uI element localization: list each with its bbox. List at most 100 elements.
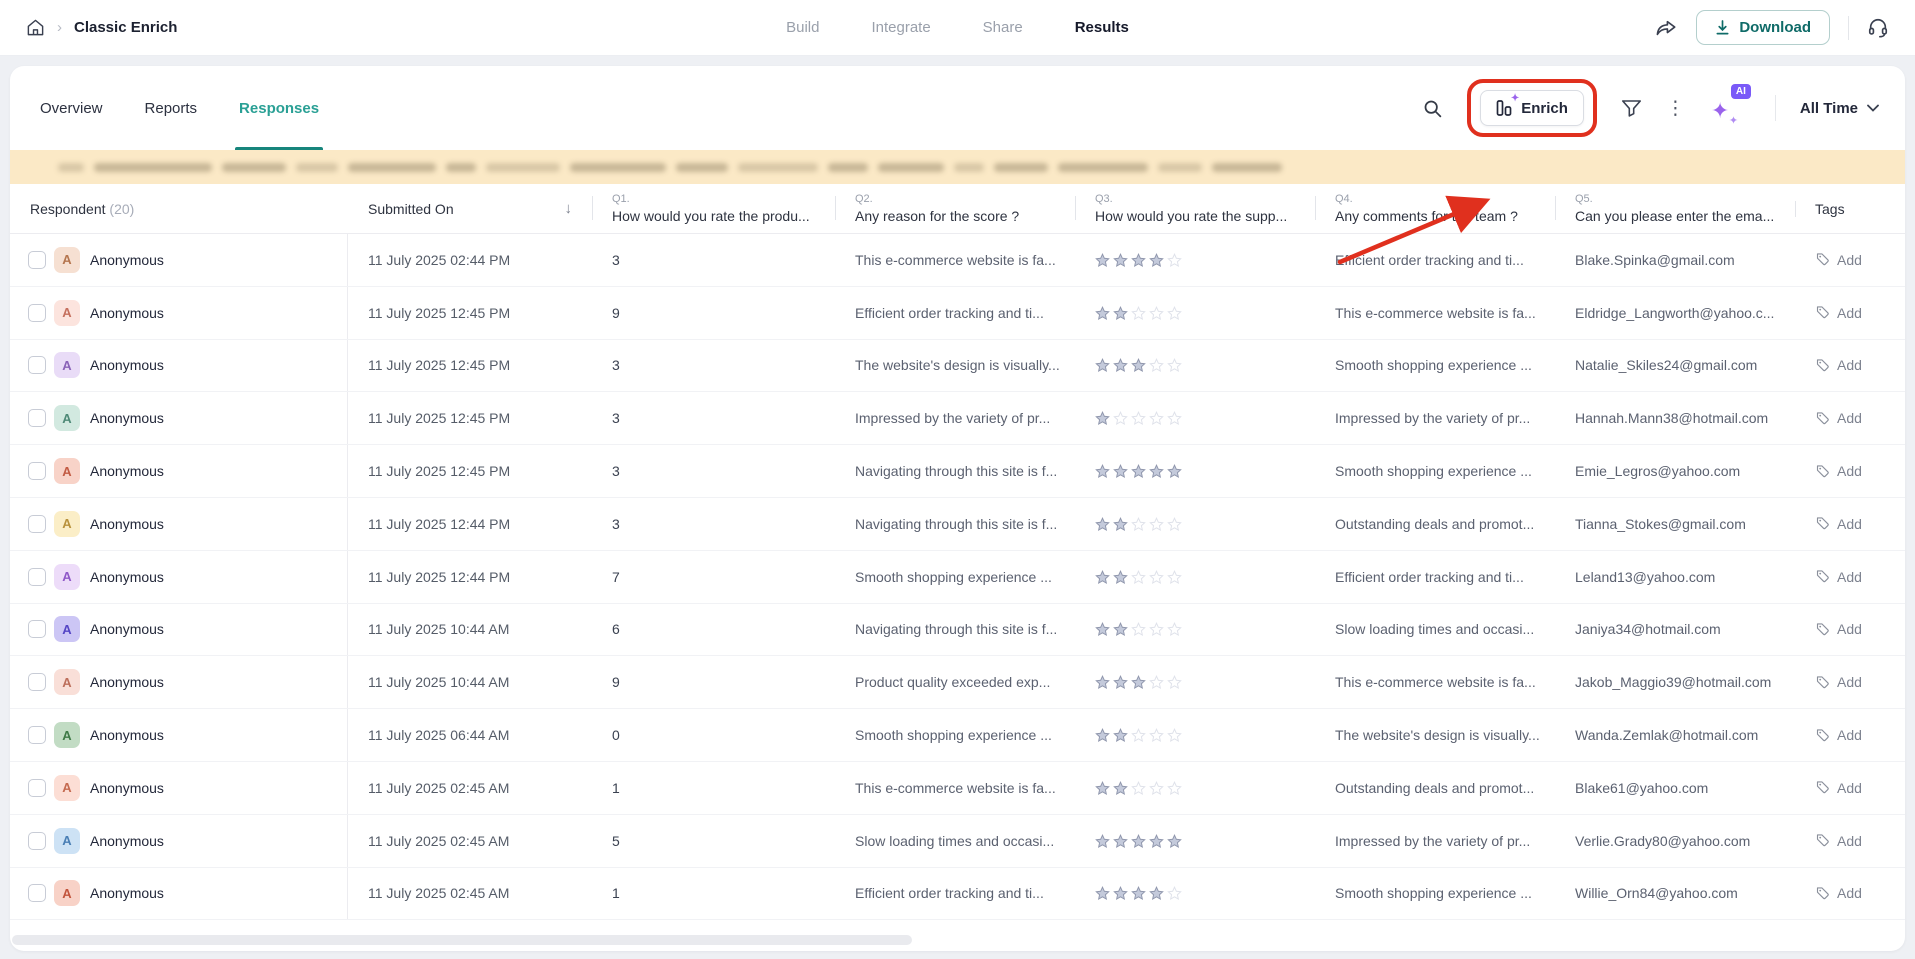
- add-tag-button[interactable]: Add: [1815, 885, 1862, 901]
- star-empty-icon: [1149, 781, 1164, 795]
- q5-email-cell: Natalie_Skiles24@gmail.com: [1555, 357, 1795, 373]
- table-row[interactable]: A Anonymous 11 July 2025 12:45 PM 9 Effi…: [10, 287, 1905, 340]
- add-tag-button[interactable]: Add: [1815, 727, 1862, 743]
- q3-star-rating-cell: [1075, 411, 1315, 425]
- star-filled-icon: [1149, 253, 1164, 267]
- q3-star-rating-cell: [1075, 570, 1315, 584]
- add-tag-button[interactable]: Add: [1815, 305, 1862, 321]
- nav-integrate[interactable]: Integrate: [871, 19, 930, 36]
- table-row[interactable]: A Anonymous 11 July 2025 02:44 PM 3 This…: [10, 234, 1905, 287]
- add-tag-button[interactable]: Add: [1815, 674, 1862, 690]
- search-icon[interactable]: [1422, 98, 1443, 119]
- q3-star-rating-cell: [1075, 464, 1315, 478]
- tab-reports[interactable]: Reports: [145, 66, 198, 150]
- table-row[interactable]: A Anonymous 11 July 2025 12:45 PM 3 Navi…: [10, 445, 1905, 498]
- q2-answer-cell: Efficient order tracking and ti...: [835, 885, 1075, 901]
- column-header-q1[interactable]: Q1.How would you rate the produ...: [592, 193, 835, 224]
- column-header-q5[interactable]: Q5.Can you please enter the ema...: [1555, 193, 1795, 224]
- respondent-cell: A Anonymous: [10, 340, 348, 392]
- table-row[interactable]: A Anonymous 11 July 2025 10:44 AM 9 Prod…: [10, 656, 1905, 709]
- star-empty-icon: [1167, 622, 1182, 636]
- tab-responses[interactable]: Responses: [239, 66, 319, 150]
- row-checkbox[interactable]: [28, 409, 46, 427]
- add-tag-button[interactable]: Add: [1815, 252, 1862, 268]
- table-row[interactable]: A Anonymous 11 July 2025 12:45 PM 3 Impr…: [10, 392, 1905, 445]
- column-header-q4[interactable]: Q4.Any comments for the team ?: [1315, 193, 1555, 224]
- q4-answer-cell: Smooth shopping experience ...: [1315, 885, 1555, 901]
- star-filled-icon: [1167, 834, 1182, 848]
- column-header-q3[interactable]: Q3.How would you rate the supp...: [1075, 193, 1315, 224]
- add-tag-button[interactable]: Add: [1815, 410, 1862, 426]
- download-button[interactable]: Download: [1696, 10, 1830, 45]
- add-tag-button[interactable]: Add: [1815, 463, 1862, 479]
- respondent-name: Anonymous: [90, 252, 164, 268]
- home-icon[interactable]: [26, 18, 45, 37]
- column-header-q2[interactable]: Q2.Any reason for the score ?: [835, 193, 1075, 224]
- ai-assistant-button[interactable]: AI ✦ ✦: [1709, 86, 1751, 130]
- q1-rating-cell: 5: [592, 833, 835, 849]
- enrich-button[interactable]: ✦ Enrich: [1480, 90, 1584, 126]
- table-row[interactable]: A Anonymous 11 July 2025 12:44 PM 7 Smoo…: [10, 551, 1905, 604]
- row-checkbox[interactable]: [28, 356, 46, 374]
- table-row[interactable]: A Anonymous 11 July 2025 10:44 AM 6 Navi…: [10, 604, 1905, 657]
- add-tag-button[interactable]: Add: [1815, 621, 1862, 637]
- row-checkbox[interactable]: [28, 568, 46, 586]
- star-empty-icon: [1131, 622, 1146, 636]
- table-row[interactable]: A Anonymous 11 July 2025 02:45 AM 1 Effi…: [10, 868, 1905, 921]
- filter-icon[interactable]: [1621, 98, 1642, 118]
- respondent-cell: A Anonymous: [10, 868, 348, 920]
- row-checkbox[interactable]: [28, 884, 46, 902]
- row-checkbox[interactable]: [28, 462, 46, 480]
- q5-email-cell: Willie_Orn84@yahoo.com: [1555, 885, 1795, 901]
- sort-descending-icon[interactable]: ↓: [565, 200, 573, 217]
- star-filled-icon: [1095, 306, 1110, 320]
- respondent-cell: A Anonymous: [10, 234, 348, 286]
- tag-icon: [1815, 569, 1830, 584]
- blurred-banner-text: [58, 163, 84, 172]
- add-tag-button[interactable]: Add: [1815, 357, 1862, 373]
- nav-share[interactable]: Share: [983, 19, 1023, 36]
- time-filter-dropdown[interactable]: All Time: [1800, 100, 1879, 117]
- row-checkbox[interactable]: [28, 779, 46, 797]
- row-checkbox[interactable]: [28, 251, 46, 269]
- tag-icon: [1815, 305, 1830, 320]
- row-checkbox[interactable]: [28, 673, 46, 691]
- star-empty-icon: [1167, 675, 1182, 689]
- table-row[interactable]: A Anonymous 11 July 2025 02:45 AM 5 Slow…: [10, 815, 1905, 868]
- star-filled-icon: [1131, 253, 1146, 267]
- tab-overview[interactable]: Overview: [40, 66, 103, 150]
- table-row[interactable]: A Anonymous 11 July 2025 12:45 PM 3 The …: [10, 340, 1905, 393]
- row-checkbox[interactable]: [28, 832, 46, 850]
- submitted-on-cell: 11 July 2025 02:45 AM: [348, 780, 592, 796]
- add-tag-button[interactable]: Add: [1815, 516, 1862, 532]
- column-header-tags[interactable]: Tags: [1795, 201, 1905, 217]
- star-empty-icon: [1167, 517, 1182, 531]
- add-tag-button[interactable]: Add: [1815, 569, 1862, 585]
- q4-answer-cell: Impressed by the variety of pr...: [1315, 833, 1555, 849]
- row-checkbox[interactable]: [28, 620, 46, 638]
- q4-answer-cell: This e-commerce website is fa...: [1315, 674, 1555, 690]
- star-filled-icon: [1095, 781, 1110, 795]
- row-checkbox[interactable]: [28, 515, 46, 533]
- table-row[interactable]: A Anonymous 11 July 2025 06:44 AM 0 Smoo…: [10, 709, 1905, 762]
- support-headset-icon[interactable]: [1867, 17, 1889, 39]
- q1-rating-cell: 0: [592, 727, 835, 743]
- avatar: A: [54, 300, 80, 326]
- q4-answer-cell: Efficient order tracking and ti...: [1315, 569, 1555, 585]
- share-icon[interactable]: [1655, 18, 1678, 38]
- nav-build[interactable]: Build: [786, 19, 819, 36]
- tag-icon: [1815, 728, 1830, 743]
- table-row[interactable]: A Anonymous 11 July 2025 02:45 AM 1 This…: [10, 762, 1905, 815]
- table-row[interactable]: A Anonymous 11 July 2025 12:44 PM 3 Navi…: [10, 498, 1905, 551]
- add-tag-button[interactable]: Add: [1815, 780, 1862, 796]
- add-tag-button[interactable]: Add: [1815, 833, 1862, 849]
- nav-results[interactable]: Results: [1075, 19, 1129, 36]
- tags-cell: Add: [1795, 780, 1905, 796]
- row-checkbox[interactable]: [28, 726, 46, 744]
- row-checkbox[interactable]: [28, 304, 46, 322]
- star-filled-icon: [1113, 622, 1128, 636]
- column-header-submitted-on[interactable]: Submitted On ↓: [348, 200, 592, 217]
- column-header-respondent[interactable]: Respondent (20): [10, 201, 348, 217]
- more-options-icon[interactable]: ⋮: [1666, 99, 1685, 118]
- horizontal-scrollbar[interactable]: [12, 935, 912, 945]
